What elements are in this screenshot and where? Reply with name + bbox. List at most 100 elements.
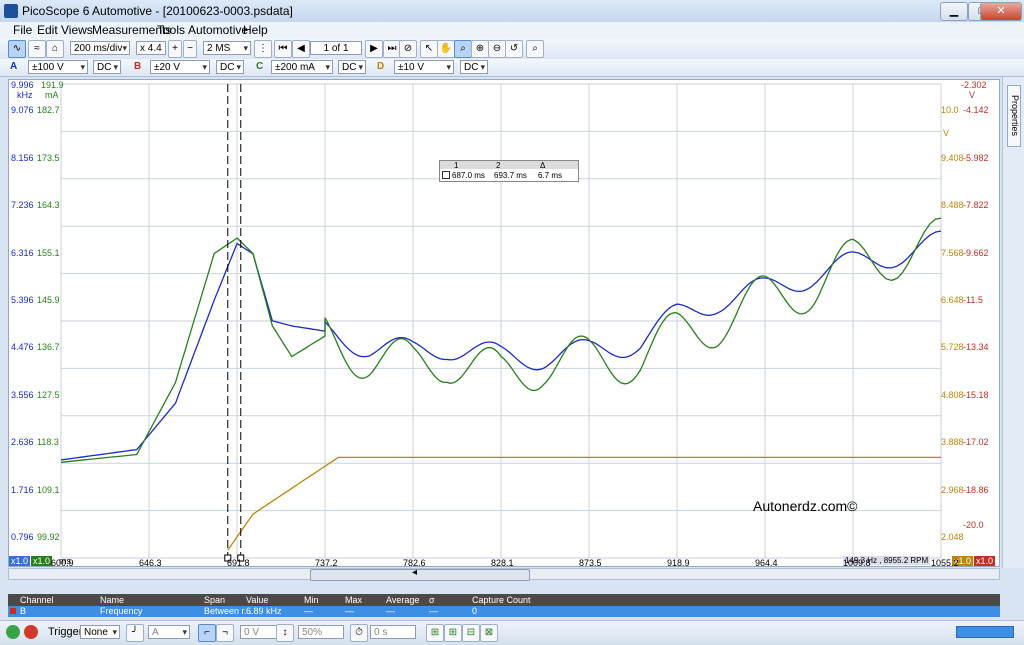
zoom-out-icon[interactable]: − — [183, 40, 197, 58]
red-tick-label: -7.822 — [963, 200, 989, 211]
col-name: Name — [100, 595, 125, 605]
scope-mode-icon[interactable]: ∿ — [8, 40, 26, 58]
col-sigma: σ — [429, 595, 435, 605]
scope-view[interactable]: 9.996 191.9 kHz mA -2.302 V V x1.0 x1.0 … — [8, 79, 1000, 568]
col-min: Min — [304, 595, 319, 605]
delay-field[interactable]: 0 s — [370, 625, 416, 639]
channel-c-range[interactable]: ±200 mA — [271, 60, 333, 74]
ruler-close-icon[interactable] — [442, 171, 450, 179]
zoom-in-tool-icon[interactable]: ⊕ — [471, 40, 489, 58]
properties-tab[interactable]: Properties — [1007, 85, 1021, 147]
channel-c-coupling[interactable]: DC — [338, 60, 366, 74]
rising-edge-icon[interactable]: ⌐ — [198, 624, 216, 642]
app-icon — [4, 4, 18, 18]
green-tick-label: 173.5 — [37, 152, 60, 163]
channel-d-range[interactable]: ±10 V — [394, 60, 454, 74]
ruler-value-1: 687.0 ms — [452, 171, 485, 180]
previous-buffer-icon[interactable]: ◀ — [292, 40, 310, 58]
channel-options-icon[interactable]: ⋮ — [254, 40, 272, 58]
scroll-arrow-left-icon[interactable]: ◂ — [412, 567, 417, 578]
channel-b-label: B — [134, 61, 142, 72]
green-tick-label: 99.92 — [37, 532, 60, 542]
edit-measurement-icon[interactable]: ⊟ — [462, 624, 480, 642]
next-buffer-icon[interactable]: ▶ — [365, 40, 383, 58]
ruler-legend[interactable]: 1 2 Δ 687.0 ms 693.7 ms 6.7 ms — [439, 160, 579, 182]
stop-icon[interactable] — [24, 625, 38, 639]
scrollbar-thumb[interactable] — [310, 569, 530, 581]
gold-tick-label: 6.648 — [941, 295, 964, 305]
threshold-spin-icon[interactable]: ↕ — [276, 624, 294, 642]
channel-b-coupling[interactable]: DC — [216, 60, 244, 74]
measurement-row[interactable]: B Frequency Between r... 6.89 kHz — — — … — [8, 606, 1000, 617]
zoom-out-tool-icon[interactable]: ⊖ — [488, 40, 506, 58]
channel-color-swatch — [10, 608, 16, 614]
x-tick-label: 964.4 — [755, 558, 778, 568]
row-name: Frequency — [100, 606, 143, 616]
zoom-in-icon[interactable]: + — [168, 40, 182, 58]
trigger-label: Trigger — [48, 626, 83, 638]
red-tick-label: -18.86 — [963, 484, 989, 495]
home-icon[interactable]: ⌂ — [46, 40, 64, 58]
buffer-field[interactable]: 1 of 1 — [310, 41, 362, 55]
blue-tick-label: 0.796 — [11, 532, 34, 542]
trigger-edge-icon[interactable]: ╯ — [126, 624, 144, 642]
trigger-mode-select[interactable]: None — [80, 625, 120, 639]
samples-select[interactable]: 2 MS — [203, 41, 251, 55]
menu-file[interactable]: File — [10, 23, 35, 37]
gold-tick-label: 2.048 — [941, 532, 964, 542]
pre-trigger-field[interactable]: 50% — [298, 625, 344, 639]
undo-zoom-icon[interactable]: ↺ — [505, 40, 523, 58]
green-scale-unit: mA — [45, 90, 59, 100]
x-tick-label: 737.2 — [315, 558, 338, 568]
blue-tick-label: 5.396 — [11, 295, 34, 305]
channel-b-range[interactable]: ±20 V — [150, 60, 210, 74]
falling-edge-icon[interactable]: ¬ — [216, 624, 234, 642]
channel-a-label: A — [10, 61, 18, 72]
horizontal-scrollbar[interactable]: ◂ — [0, 567, 1024, 581]
zoom-box-icon[interactable]: ⌕ — [454, 40, 472, 58]
first-buffer-icon[interactable]: ⏮ — [274, 40, 292, 58]
select-tool-icon[interactable]: ↖ — [420, 40, 438, 58]
title-bar: PicoScope 6 Automotive - [20100623-0003.… — [0, 0, 1024, 23]
x-tick-label: 600.9 — [51, 558, 74, 568]
col-channel: Channel — [20, 595, 54, 605]
trigger-channel-select[interactable]: A — [148, 625, 190, 639]
green-tick-label: 145.9 — [37, 295, 60, 305]
zoom-fit-icon[interactable]: ⌕ — [526, 40, 544, 58]
red-tick-label: -4.142 — [963, 105, 989, 116]
watermark-text: Autonerdz.com© — [753, 498, 858, 514]
channel-a-coupling[interactable]: DC — [93, 60, 121, 74]
minimize-button[interactable]: ▁ — [940, 2, 968, 21]
menu-help[interactable]: Help — [240, 23, 271, 37]
zoom-field[interactable]: x 4.4 — [136, 41, 166, 55]
menu-tools[interactable]: Tools — [154, 23, 188, 37]
menu-edit[interactable]: Edit — [34, 23, 61, 37]
gold-tick-label: 10.0 — [941, 105, 959, 116]
add-ruler-icon[interactable]: ⊞ — [426, 624, 444, 642]
close-button[interactable]: ✕ — [980, 2, 1022, 21]
channel-a-range[interactable]: ±100 V — [28, 60, 88, 74]
start-icon[interactable] — [6, 625, 20, 639]
ruler-header-1: 1 — [454, 161, 459, 170]
remove-measurement-icon[interactable]: ⊠ — [480, 624, 498, 642]
window-title: PicoScope 6 Automotive - [20100623-0003.… — [22, 4, 293, 18]
delay-icon[interactable]: ⏱ — [350, 624, 368, 642]
x-tick-label: 1055.2 — [931, 558, 959, 568]
blue-scale-unit: kHz — [17, 90, 33, 100]
add-measurement-icon[interactable]: ⊞ — [444, 624, 462, 642]
green-tick-label: 164.3 — [37, 200, 60, 211]
channel-d-coupling[interactable]: DC — [460, 60, 488, 74]
ruler-header-delta: Δ — [540, 161, 546, 170]
green-tick-label: 118.3 — [37, 437, 59, 448]
hand-tool-icon[interactable]: ✋ — [437, 40, 455, 58]
timebase-select[interactable]: 200 ms/div — [70, 41, 130, 55]
buffer-navigator-icon[interactable]: ⊘ — [399, 40, 417, 58]
persistence-icon[interactable]: ≈ — [28, 40, 46, 58]
x-tick-label: 691.8 — [227, 558, 250, 568]
blue-tick-label: 9.076 — [11, 105, 34, 116]
gold-tick-label: 5.728 — [941, 342, 964, 353]
scope-plot-svg[interactable] — [9, 80, 999, 566]
row-sigma: — — [429, 606, 438, 616]
x-tick-label: 918.9 — [667, 558, 690, 568]
green-tick-label: 136.7 — [37, 342, 60, 353]
